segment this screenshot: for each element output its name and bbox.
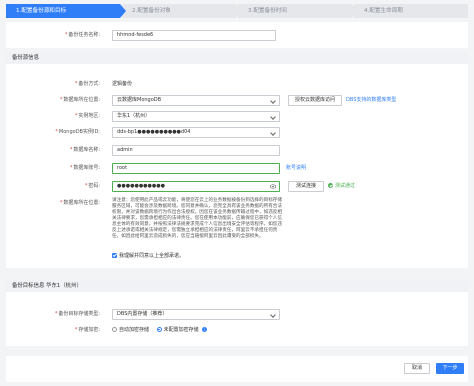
password-label: 密码:: [88, 183, 100, 189]
radio-checked-icon[interactable]: [156, 327, 162, 332]
task-name-label: 备份任务名称:: [68, 32, 100, 38]
db-location-label: 数据库所在位置:: [63, 97, 100, 103]
db-name-input[interactable]: admin: [112, 145, 280, 156]
check-circle-icon: [328, 183, 333, 188]
password-input[interactable]: ●●●●●●●●●●●: [112, 181, 280, 192]
supported-db-types-link[interactable]: DBS支持的数据库类型: [346, 95, 396, 106]
cancel-button[interactable]: 取消: [404, 363, 430, 374]
step-2: 2.配置备份对象: [122, 4, 242, 18]
storage-type-select[interactable]: DBS内置存储（推荐）: [112, 309, 280, 320]
test-result: 测试通过: [328, 181, 355, 192]
encrypt-option-auto[interactable]: 自动加密存储: [112, 327, 149, 333]
db-location-select[interactable]: 云数据库MongoDB: [112, 95, 280, 106]
backup-mode-value: 逻辑备份: [112, 81, 133, 87]
terms-text: 请注意：您使用此产品或云功能，将使您在云上的业务数据被备份到选择的目标存储服务区…: [112, 198, 282, 239]
step-bar: 1.配置备份源和目标 2.配置备份对象 3.配置备份时间 4.配置生命周期: [6, 4, 468, 18]
instance-id-select[interactable]: dds-bp1●●●●●●●●●●d04: [112, 127, 280, 138]
region-label: 实例地区:: [78, 113, 100, 119]
step-3: 3.配置备份时间: [238, 4, 358, 18]
task-name-panel: *备份任务名称: hhmnd-fesde6: [6, 22, 468, 48]
step-1: 1.配置备份源和目标: [6, 4, 126, 18]
footer-bar: 取消 下一步: [6, 356, 468, 382]
checkbox-checked-icon[interactable]: [112, 253, 117, 258]
test-connection-button[interactable]: 测试连接: [288, 181, 324, 192]
test-result-text: 测试通过: [335, 183, 356, 189]
terms-agreement-text: 我理解并同意以上全部承诺。: [119, 253, 185, 259]
step-4: 4.配置生命周期: [354, 4, 468, 18]
encrypt-option-none[interactable]: 未配置加密存储: [156, 327, 199, 333]
next-step-button[interactable]: 下一步: [436, 363, 464, 374]
encryption-options: 自动加密存储 未配置加密存储 i: [112, 325, 208, 336]
target-panel: 备份目标信息 华东1（杭州） *备份目标存储类型: DBS内置存储（推荐） *存…: [6, 280, 468, 346]
source-panel: 备份源信息 *备份方式: 逻辑备份 *数据库所在位置: 云数据库MongoDB …: [6, 52, 468, 268]
account-help-link[interactable]: 账号说明: [286, 163, 306, 174]
storage-type-label: 备份目标存储类型:: [58, 311, 100, 317]
db-account-label: 数据库账号:: [73, 165, 100, 171]
info-icon[interactable]: i: [202, 327, 208, 332]
instance-id-label: MongoDB实例ID:: [58, 129, 100, 135]
password-value: ●●●●●●●●●●●: [117, 183, 165, 189]
terms-label: 数据库所在位置:: [63, 200, 100, 206]
db-name-label: 数据库名称:: [73, 147, 100, 153]
db-account-input[interactable]: root: [112, 163, 280, 174]
task-name-input[interactable]: hhmnd-fesde6: [112, 30, 276, 41]
authorize-db-button[interactable]: 授权云数据库访问: [288, 95, 342, 106]
target-section-title: 备份目标信息 华东1（杭州）: [6, 280, 468, 292]
region-select[interactable]: 华东1（杭州）: [112, 111, 280, 122]
terms-agreement[interactable]: 我理解并同意以上全部承诺。: [112, 253, 184, 260]
source-section-title: 备份源信息: [6, 52, 468, 64]
backup-mode-label: 备份方式:: [78, 81, 100, 87]
eye-icon[interactable]: [270, 184, 276, 189]
radio-unchecked-icon[interactable]: [112, 327, 117, 332]
encryption-label: 存储加密:: [78, 327, 100, 333]
